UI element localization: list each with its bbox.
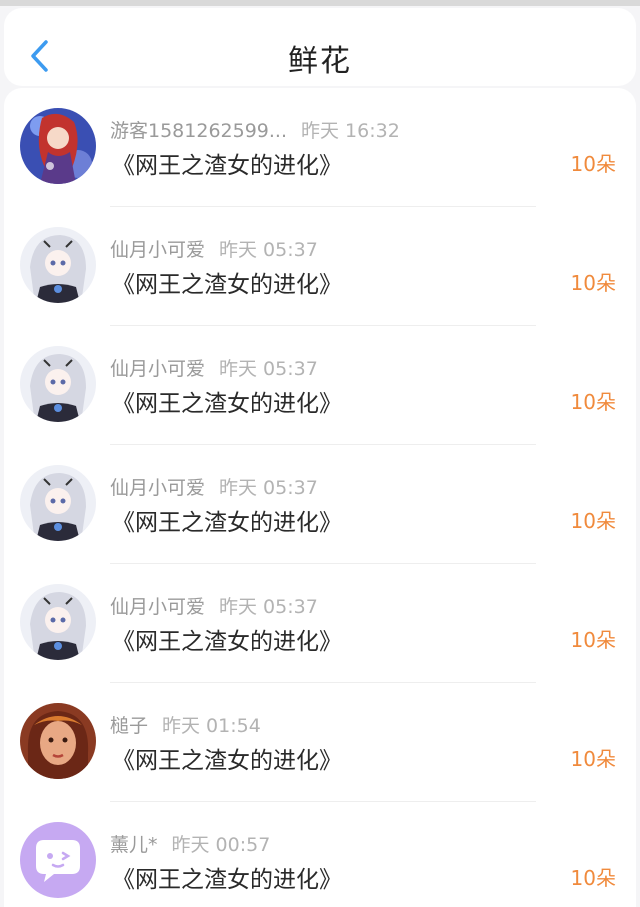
list-item[interactable]: 仙月小可爱 昨天 05:37 《网王之渣女的进化》 10朵: [4, 207, 636, 326]
list-item[interactable]: 游客1581262599... 昨天 16:32 《网王之渣女的进化》 10朵: [4, 88, 636, 207]
avatar[interactable]: [20, 465, 96, 541]
avatar-anime-silver-icon: [20, 584, 96, 660]
send-time: 昨天 05:37: [219, 239, 318, 261]
avatar-anime-red-icon: [20, 108, 96, 184]
flower-count: 10朵: [570, 152, 616, 176]
avatar[interactable]: [20, 108, 96, 184]
avatar-illustrated-woman-icon: [20, 703, 96, 779]
sender-meta: 仙月小可爱 昨天 05:37: [110, 235, 318, 262]
flower-list: 游客1581262599... 昨天 16:32 《网王之渣女的进化》 10朵 仙…: [4, 88, 636, 907]
sender-meta: 槌子 昨天 01:54: [110, 711, 261, 738]
sender-name[interactable]: 薰儿*: [110, 834, 158, 856]
send-time: 昨天 01:54: [162, 715, 261, 737]
flower-count: 10朵: [570, 271, 616, 295]
sender-meta: 仙月小可爱 昨天 05:37: [110, 592, 318, 619]
page-title: 鲜花: [288, 44, 352, 79]
avatar[interactable]: [20, 584, 96, 660]
sender-name[interactable]: 仙月小可爱: [110, 239, 205, 261]
avatar[interactable]: [20, 703, 96, 779]
send-time: 昨天 05:37: [219, 358, 318, 380]
send-time: 昨天 00:57: [171, 834, 271, 856]
book-title[interactable]: 《网王之渣女的进化》: [112, 741, 342, 775]
sender-name[interactable]: 仙月小可爱: [110, 358, 205, 380]
book-title[interactable]: 《网王之渣女的进化》: [112, 622, 342, 656]
nav-header: 鲜花: [4, 8, 636, 86]
list-item[interactable]: 仙月小可爱 昨天 05:37 《网王之渣女的进化》 10朵: [4, 564, 636, 683]
sender-meta: 仙月小可爱 昨天 05:37: [110, 473, 318, 500]
avatar-anime-silver-icon: [20, 227, 96, 303]
book-title[interactable]: 《网王之渣女的进化》: [112, 503, 342, 537]
flower-count: 10朵: [570, 628, 616, 652]
sender-name[interactable]: 仙月小可爱: [110, 477, 205, 499]
book-title[interactable]: 《网王之渣女的进化》: [112, 860, 342, 894]
send-time: 昨天 05:37: [219, 596, 318, 618]
send-time: 昨天 05:37: [219, 477, 318, 499]
flower-count: 10朵: [570, 747, 616, 771]
book-title[interactable]: 《网王之渣女的进化》: [112, 384, 342, 418]
avatar-anime-silver-icon: [20, 465, 96, 541]
book-title[interactable]: 《网王之渣女的进化》: [112, 265, 342, 299]
sender-meta: 薰儿* 昨天 00:57: [110, 830, 270, 857]
sender-name[interactable]: 游客1581262599...: [110, 120, 287, 142]
chat-bubble-icon: [20, 822, 96, 898]
send-time: 昨天 16:32: [301, 120, 400, 142]
list-item[interactable]: 仙月小可爱 昨天 05:37 《网王之渣女的进化》 10朵: [4, 445, 636, 564]
list-item[interactable]: 仙月小可爱 昨天 05:37 《网王之渣女的进化》 10朵: [4, 326, 636, 445]
avatar[interactable]: [20, 346, 96, 422]
avatar[interactable]: [20, 822, 96, 898]
sender-name[interactable]: 槌子: [110, 715, 148, 737]
list-item[interactable]: 槌子 昨天 01:54 《网王之渣女的进化》 10朵: [4, 683, 636, 802]
top-edge: [0, 0, 640, 6]
list-item[interactable]: 薰儿* 昨天 00:57 《网王之渣女的进化》 10朵: [4, 802, 636, 907]
flower-count: 10朵: [570, 509, 616, 533]
sender-meta: 游客1581262599... 昨天 16:32: [110, 116, 400, 143]
flower-count: 10朵: [570, 390, 616, 414]
flower-count: 10朵: [570, 866, 616, 890]
sender-meta: 仙月小可爱 昨天 05:37: [110, 354, 318, 381]
avatar-anime-silver-icon: [20, 346, 96, 422]
book-title[interactable]: 《网王之渣女的进化》: [112, 146, 342, 180]
avatar[interactable]: [20, 227, 96, 303]
sender-name[interactable]: 仙月小可爱: [110, 596, 205, 618]
